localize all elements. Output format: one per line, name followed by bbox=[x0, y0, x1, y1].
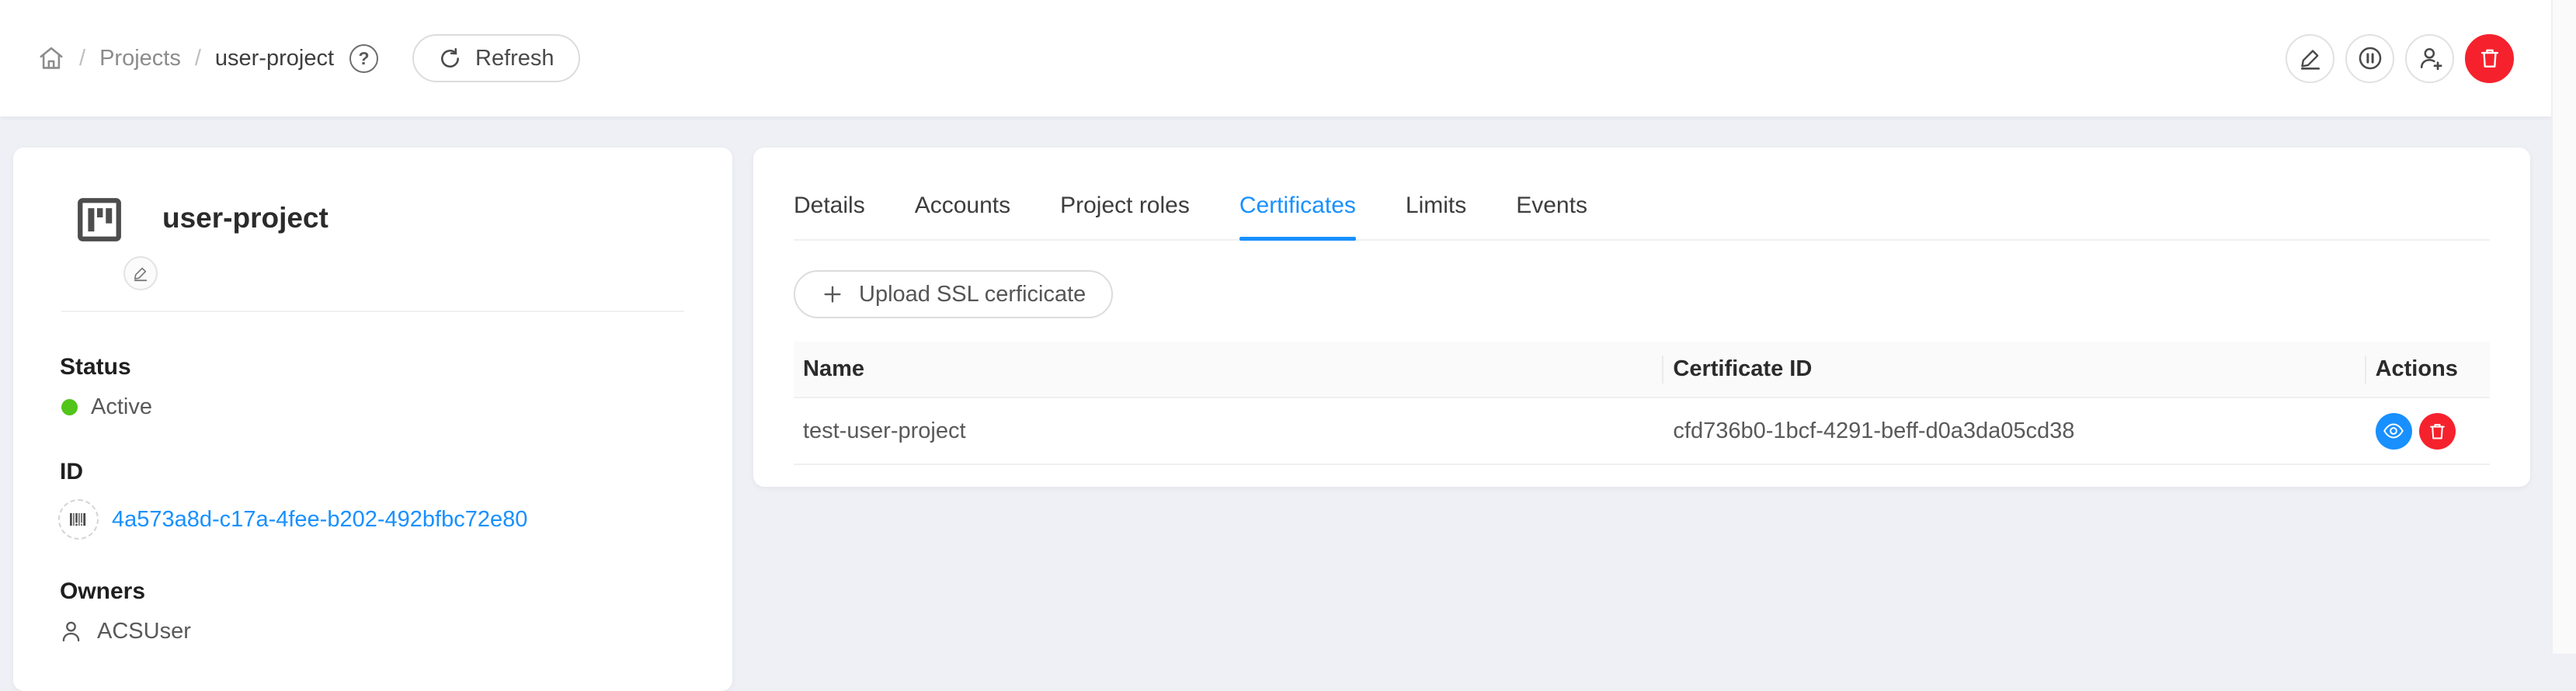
table-row: test-user-project cfd736b0-1bcf-4291-bef… bbox=[794, 398, 2490, 464]
status-dot-icon bbox=[61, 399, 78, 415]
reload-icon bbox=[438, 47, 462, 71]
project-id-link[interactable]: 4a573a8d-c17a-4fee-b202-492bfbc72e80 bbox=[112, 507, 527, 533]
status-label: Status bbox=[60, 354, 689, 380]
tab-details[interactable]: Details bbox=[794, 179, 865, 239]
column-header-certificate-id: Certificate ID bbox=[1663, 342, 2366, 398]
edit-icon bbox=[2298, 46, 2323, 71]
refresh-button-label: Refresh bbox=[475, 46, 554, 71]
certificate-name-cell: test-user-project bbox=[794, 398, 1663, 464]
tab-certificates[interactable]: Certificates bbox=[1239, 179, 1356, 239]
delete-project-button[interactable] bbox=[2465, 34, 2514, 83]
breadcrumb-item-projects[interactable]: Projects bbox=[99, 46, 181, 71]
divider bbox=[61, 311, 684, 312]
breadcrumb-separator: / bbox=[195, 46, 201, 71]
add-account-button[interactable] bbox=[2405, 34, 2454, 83]
delete-icon bbox=[2477, 46, 2502, 71]
project-actions bbox=[2286, 34, 2514, 83]
tab-events[interactable]: Events bbox=[1516, 179, 1587, 239]
project-summary-card: user-project Status Active ID bbox=[13, 148, 732, 691]
edit-name-button[interactable] bbox=[123, 256, 158, 290]
view-certificate-button[interactable] bbox=[2376, 413, 2412, 450]
question-circle-icon[interactable]: ? bbox=[349, 44, 378, 73]
top-bar: / Projects / user-project ? Refresh bbox=[0, 0, 2551, 116]
home-icon[interactable] bbox=[37, 44, 65, 72]
tab-bar: Details Accounts Project roles Certifica… bbox=[794, 179, 2490, 241]
plus-icon bbox=[821, 283, 844, 306]
barcode-icon bbox=[67, 508, 90, 531]
refresh-button[interactable]: Refresh bbox=[412, 34, 580, 82]
id-section: ID bbox=[57, 459, 689, 540]
suspend-project-button[interactable] bbox=[2345, 34, 2394, 83]
eye-icon bbox=[2382, 419, 2405, 443]
upload-ssl-certificate-button[interactable]: Upload SSL cerficicate bbox=[794, 270, 1113, 318]
upload-ssl-certificate-label: Upload SSL cerficicate bbox=[859, 282, 1086, 307]
breadcrumb: / Projects / user-project ? Refresh bbox=[37, 34, 580, 82]
main-content: user-project Status Active ID bbox=[13, 148, 2530, 654]
tab-limits[interactable]: Limits bbox=[1406, 179, 1466, 239]
column-header-actions: Actions bbox=[2366, 342, 2490, 398]
breadcrumb-item-current: user-project bbox=[215, 46, 334, 71]
status-section: Status Active bbox=[57, 354, 689, 420]
delete-certificate-button[interactable] bbox=[2419, 413, 2456, 450]
table-header-row: Name Certificate ID Actions bbox=[794, 342, 2490, 398]
status-value: Active bbox=[91, 394, 152, 420]
owner-value: ACSUser bbox=[97, 619, 191, 644]
breadcrumb-separator: / bbox=[79, 46, 85, 71]
certificates-table: Name Certificate ID Actions test-user-pr… bbox=[794, 342, 2490, 465]
project-title: user-project bbox=[162, 202, 329, 234]
owners-section: Owners ACSUser bbox=[57, 578, 689, 644]
edit-project-button[interactable] bbox=[2286, 34, 2334, 83]
certificate-id-cell: cfd736b0-1bcf-4291-beff-d0a3da05cd38 bbox=[1663, 398, 2366, 464]
edit-icon bbox=[132, 265, 149, 282]
copy-id-button[interactable] bbox=[58, 499, 99, 540]
project-card-head: user-project bbox=[57, 194, 689, 245]
project-icon bbox=[74, 194, 125, 245]
tab-project-roles[interactable]: Project roles bbox=[1060, 179, 1190, 239]
page-scrollbar[interactable] bbox=[2551, 0, 2576, 654]
project-detail-card: Details Accounts Project roles Certifica… bbox=[753, 148, 2530, 487]
owners-label: Owners bbox=[60, 578, 689, 605]
row-actions bbox=[2376, 413, 2477, 450]
tab-accounts[interactable]: Accounts bbox=[915, 179, 1010, 239]
pause-circle-icon bbox=[2357, 45, 2383, 71]
delete-icon bbox=[2427, 421, 2448, 442]
user-icon bbox=[58, 619, 84, 644]
user-add-icon bbox=[2417, 45, 2443, 71]
id-label: ID bbox=[60, 459, 689, 485]
column-header-name: Name bbox=[794, 342, 1663, 398]
